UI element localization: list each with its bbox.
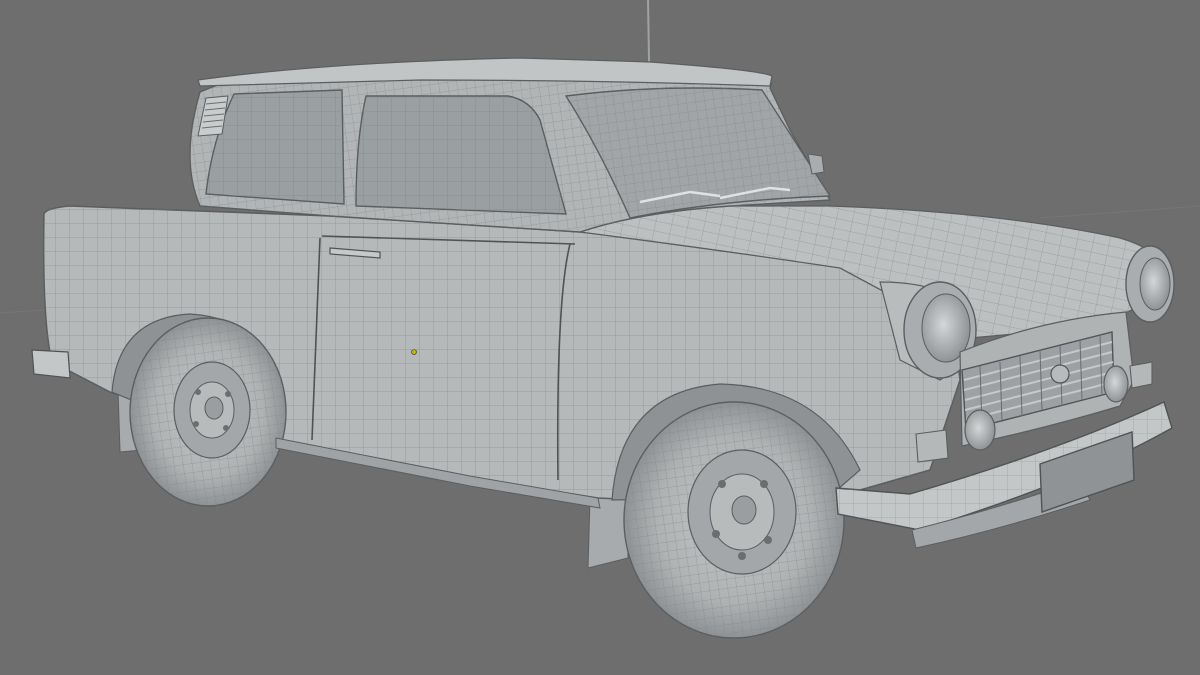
3d-viewport[interactable] xyxy=(0,0,1200,675)
hood-emblem xyxy=(1050,364,1070,384)
turn-indicator-left xyxy=(915,429,949,463)
rear-wheel[interactable] xyxy=(129,317,287,507)
object-origin-marker xyxy=(411,349,417,355)
headlight-right xyxy=(1125,245,1175,323)
front-wheel[interactable] xyxy=(623,401,845,639)
rear-bumper xyxy=(31,349,71,379)
turn-indicator-right xyxy=(1129,361,1153,389)
front-window-wireframe xyxy=(356,96,566,214)
car-model[interactable] xyxy=(31,57,1175,639)
viewport-canvas[interactable] xyxy=(0,0,1200,675)
fog-light-right xyxy=(1103,365,1129,403)
fog-light-left xyxy=(964,409,996,451)
